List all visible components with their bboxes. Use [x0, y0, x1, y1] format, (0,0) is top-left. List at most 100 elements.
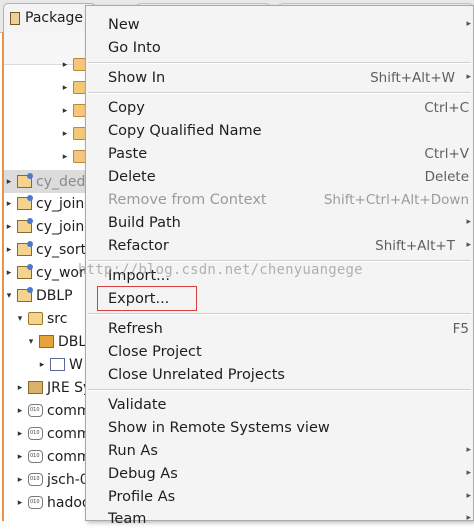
tree-item-label: cy_join	[36, 195, 85, 212]
expand-right-icon[interactable]: ▸	[4, 199, 14, 209]
menu-item-profile-as[interactable]: Profile As ▸	[86, 487, 474, 510]
expand-right-icon[interactable]: ▸	[60, 152, 70, 162]
menu-item-shortcut: Ctrl+V	[424, 146, 469, 162]
tree-item-label: DBL	[58, 333, 87, 350]
watermark-text: http://blog.csdn.net/chenyuangege	[78, 262, 363, 278]
tree-item-label: comm	[47, 402, 91, 419]
menu-item-copy[interactable]: Copy Ctrl+C	[86, 98, 474, 121]
menu-item-go-into[interactable]: Go Into	[86, 38, 474, 61]
menu-item-close-project[interactable]: Close Project	[86, 342, 474, 365]
project-icon	[17, 218, 33, 233]
submenu-arrow-icon: ▸	[466, 468, 471, 478]
tree-item-label: comm	[47, 448, 91, 465]
menu-item-label: Close Unrelated Projects	[108, 367, 285, 383]
menu-item-show-in[interactable]: Show In Shift+Alt+W ▸	[86, 68, 474, 91]
menu-separator	[88, 313, 471, 315]
jar-icon	[28, 427, 43, 440]
expand-right-icon[interactable]: ▸	[15, 429, 25, 439]
menu-separator	[88, 92, 471, 94]
jar-icon	[28, 496, 43, 509]
jar-icon	[28, 450, 43, 463]
submenu-arrow-icon: ▸	[466, 240, 471, 250]
menu-item-label: Export...	[108, 291, 170, 307]
menu-item-shortcut: Delete	[424, 169, 469, 185]
menu-item-paste[interactable]: Paste Ctrl+V	[86, 144, 474, 167]
jre-icon	[28, 381, 43, 394]
menu-separator	[88, 389, 471, 391]
submenu-arrow-icon: ▸	[466, 445, 471, 455]
expand-right-icon[interactable]: ▸	[15, 475, 25, 485]
expand-down-icon[interactable]: ▾	[4, 291, 14, 301]
src-icon	[28, 312, 43, 325]
menu-item-label: Refresh	[108, 321, 163, 337]
menu-item-label: New	[108, 17, 140, 33]
menu-item-label: Build Path	[108, 215, 181, 231]
pkg-icon	[39, 335, 54, 348]
menu-item-shortcut: Ctrl+C	[424, 100, 469, 116]
submenu-arrow-icon: ▸	[466, 217, 471, 227]
project-icon	[17, 195, 33, 210]
menu-separator	[88, 62, 471, 64]
menu-item-shortcut: Shift+Alt+T	[375, 238, 455, 254]
menu-item-new[interactable]: New ▸	[86, 15, 474, 38]
menu-item-label: Team	[108, 511, 147, 527]
menu-item-build-path[interactable]: Build Path ▸	[86, 213, 474, 236]
tree-item-label: cy_sort	[36, 241, 87, 258]
expand-right-icon[interactable]: ▸	[4, 222, 14, 232]
menu-item-remove-from-context: Remove from Context Shift+Ctrl+Alt+Down	[86, 190, 474, 213]
java-icon	[50, 358, 65, 371]
submenu-arrow-icon: ▸	[466, 513, 471, 523]
project-icon	[17, 287, 33, 302]
submenu-arrow-icon: ▸	[466, 491, 471, 501]
expand-right-icon[interactable]: ▸	[60, 60, 70, 70]
expand-down-icon[interactable]: ▾	[15, 314, 25, 324]
tree-item-label: cy_join	[36, 218, 85, 235]
project-icon	[17, 264, 33, 279]
expand-right-icon[interactable]: ▸	[60, 129, 70, 139]
submenu-arrow-icon: ▸	[466, 19, 471, 29]
menu-item-shortcut: Shift+Alt+W	[370, 70, 455, 86]
jar-icon	[28, 404, 43, 417]
menu-item-label: Paste	[108, 146, 148, 162]
project-icon	[17, 241, 33, 256]
expand-right-icon[interactable]: ▸	[60, 106, 70, 116]
tree-item-label: W	[69, 356, 83, 373]
expand-right-icon[interactable]: ▸	[15, 452, 25, 462]
menu-item-shortcut: Shift+Ctrl+Alt+Down	[323, 192, 469, 208]
expand-right-icon[interactable]: ▸	[60, 83, 70, 93]
tree-item-label: hadoo	[47, 494, 91, 511]
tree-item-label: cy_ded	[36, 173, 86, 190]
menu-item-refactor[interactable]: Refactor Shift+Alt+T ▸	[86, 236, 474, 259]
expand-right-icon[interactable]: ▸	[4, 245, 14, 255]
expand-right-icon[interactable]: ▸	[4, 268, 14, 278]
menu-item-refresh[interactable]: Refresh F5	[86, 319, 474, 342]
menu-item-export[interactable]: Export...	[86, 289, 474, 312]
jar-icon	[28, 473, 43, 486]
menu-item-show-in-remote-systems-view[interactable]: Show in Remote Systems view	[86, 418, 474, 441]
expand-right-icon[interactable]: ▸	[4, 177, 14, 187]
package-explorer-icon	[10, 11, 20, 25]
menu-item-run-as[interactable]: Run As ▸	[86, 441, 474, 464]
menu-item-label: Profile As	[108, 489, 176, 505]
expand-right-icon[interactable]: ▸	[15, 383, 25, 393]
menu-item-validate[interactable]: Validate	[86, 395, 474, 418]
tab-package-explorer[interactable]: Package	[3, 3, 96, 32]
expand-right-icon[interactable]: ▸	[37, 360, 47, 370]
menu-item-label: Refactor	[108, 238, 169, 254]
menu-item-copy-qualified-name[interactable]: Copy Qualified Name	[86, 121, 474, 144]
menu-item-shortcut: F5	[452, 321, 469, 337]
menu-item-delete[interactable]: Delete Delete	[86, 167, 474, 190]
expand-right-icon[interactable]: ▸	[15, 498, 25, 508]
tree-item-label: jsch-0	[47, 471, 89, 488]
expand-right-icon[interactable]: ▸	[15, 406, 25, 416]
tree-item-label: comm	[47, 425, 91, 442]
menu-item-label: Validate	[108, 397, 167, 413]
tab-package-explorer-label: Package	[25, 10, 84, 26]
menu-item-label: Copy Qualified Name	[108, 123, 262, 139]
menu-item-debug-as[interactable]: Debug As ▸	[86, 464, 474, 487]
menu-item-label: Remove from Context	[108, 192, 267, 208]
submenu-arrow-icon: ▸	[466, 72, 471, 82]
expand-down-icon[interactable]: ▾	[26, 337, 36, 347]
menu-item-label: Show In	[108, 70, 166, 86]
menu-item-close-unrelated-projects[interactable]: Close Unrelated Projects	[86, 365, 474, 388]
